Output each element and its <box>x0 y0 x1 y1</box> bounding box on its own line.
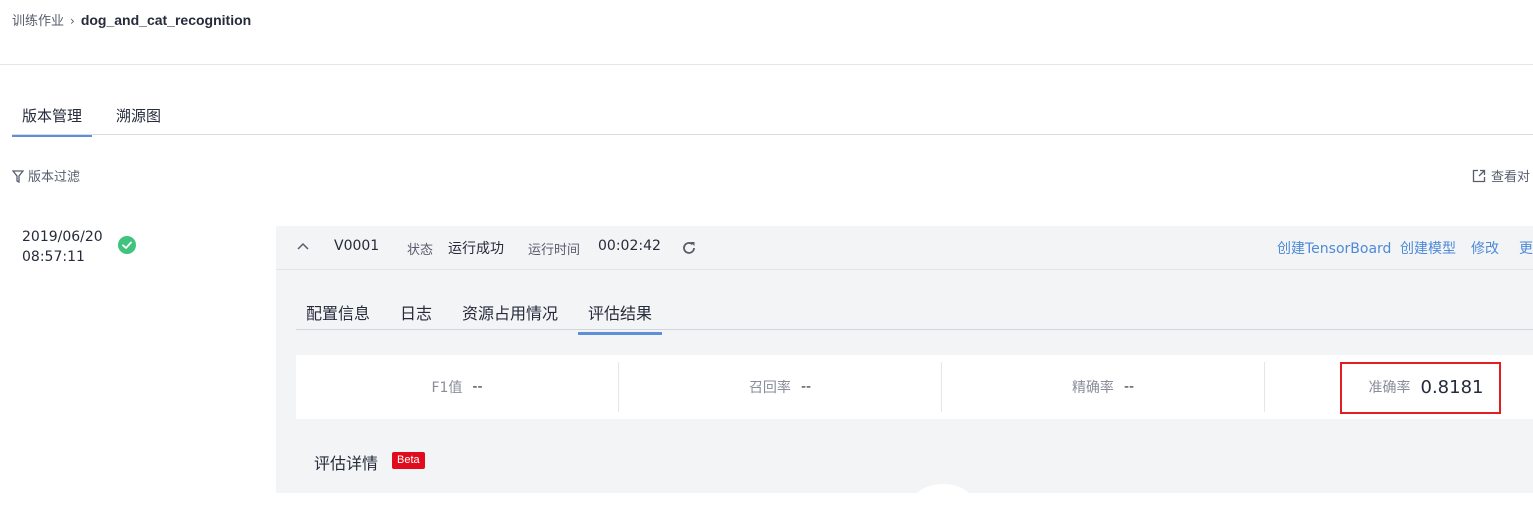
accuracy-highlight-box <box>1340 362 1501 414</box>
metric-precision-value: -- <box>1123 379 1135 395</box>
version-date: 2019/06/20 <box>22 229 103 245</box>
breadcrumb-current: dog_and_cat_recognition <box>80 12 252 28</box>
metric-precision: 精确率 -- <box>942 355 1264 419</box>
version-timestamp[interactable]: 2019/06/20 08:57:11 <box>22 227 103 267</box>
status-value: 运行成功 <box>448 241 504 257</box>
tabs-divider <box>12 134 1533 135</box>
chart-placeholder <box>912 484 974 524</box>
filter-icon <box>11 170 25 184</box>
panel-header-divider <box>276 269 1533 270</box>
tab-config-info[interactable]: 配置信息 <box>296 300 380 332</box>
metric-recall-label: 召回率 <box>748 380 791 396</box>
status-label: 状态 <box>407 243 434 258</box>
chevron-up-icon <box>297 242 309 250</box>
metric-recall: 召回率 -- <box>619 355 941 419</box>
refresh-icon <box>683 242 695 254</box>
beta-badge: Beta <box>392 452 425 469</box>
breadcrumb: 训练作业 › dog_and_cat_recognition <box>12 10 251 29</box>
metric-precision-label: 精确率 <box>1071 380 1114 396</box>
refresh-button[interactable] <box>680 239 698 261</box>
tab-logs[interactable]: 日志 <box>390 300 442 332</box>
metric-f1: F1值 -- <box>296 355 618 419</box>
external-link-icon <box>1472 169 1486 183</box>
breadcrumb-parent-link[interactable]: 训练作业 <box>12 14 64 29</box>
check-circle-icon <box>118 236 136 254</box>
create-model-link[interactable]: 创建模型 <box>1400 238 1456 258</box>
runtime-label: 运行时间 <box>528 243 581 258</box>
collapse-button[interactable] <box>296 236 310 260</box>
metric-recall-value: -- <box>800 379 812 395</box>
create-tensorboard-link[interactable]: 创建TensorBoard <box>1277 238 1391 258</box>
version-filter-button[interactable]: 版本过滤 <box>11 166 81 185</box>
more-link[interactable]: 更 <box>1519 238 1533 258</box>
tab-version-management[interactable]: 版本管理 <box>12 100 93 137</box>
runtime-value: 00:02:42 <box>598 238 661 254</box>
chevron-right-icon: › <box>70 14 75 28</box>
version-name: V0001 <box>334 238 380 254</box>
metric-f1-label: F1值 <box>431 380 463 396</box>
subtabs-divider <box>296 329 1533 330</box>
evaluation-details-title: 评估详情 <box>314 454 379 473</box>
tab-lineage-graph[interactable]: 溯源图 <box>106 100 171 134</box>
version-time: 08:57:11 <box>22 249 85 265</box>
metric-f1-value: -- <box>472 379 483 395</box>
version-filter-label: 版本过滤 <box>28 170 81 185</box>
header-divider <box>0 64 1533 65</box>
view-compare-button[interactable]: 查看对 <box>1472 166 1530 185</box>
view-compare-label: 查看对 <box>1491 170 1531 185</box>
tab-resource-usage[interactable]: 资源占用情况 <box>452 300 568 332</box>
modify-link[interactable]: 修改 <box>1471 238 1499 258</box>
